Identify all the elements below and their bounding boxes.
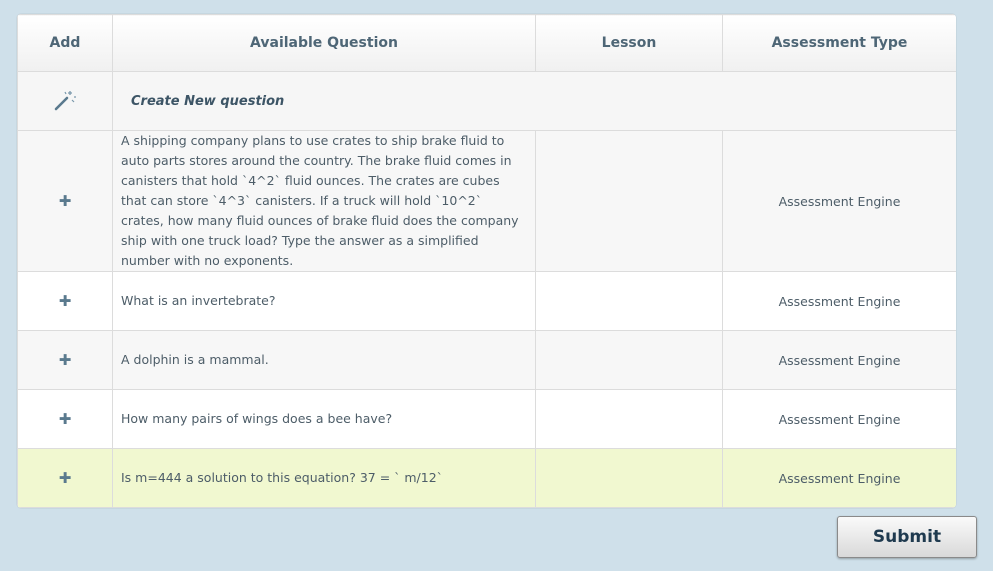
- submit-button[interactable]: Submit: [837, 516, 977, 558]
- lesson-cell: [535, 389, 723, 449]
- lesson-cell: [535, 271, 723, 331]
- lesson-cell: [535, 448, 723, 508]
- plus-icon[interactable]: ✚: [59, 469, 72, 487]
- question-text: A dolphin is a mammal.: [112, 330, 536, 390]
- assessment-type: Assessment Engine: [722, 448, 956, 508]
- assessment-type: Assessment Engine: [722, 271, 956, 331]
- add-cell: ✚: [17, 130, 113, 272]
- plus-icon[interactable]: ✚: [59, 351, 72, 369]
- table-row: ✚ What is an invertebrate? Assessment En…: [17, 271, 956, 331]
- table-header-row: Add Available Question Lesson Assessment…: [17, 14, 956, 72]
- assessment-type: Assessment Engine: [722, 389, 956, 449]
- magic-wand-icon[interactable]: [53, 90, 77, 112]
- create-new-question-link[interactable]: Create New question: [112, 71, 956, 131]
- question-text: A shipping company plans to use crates t…: [112, 130, 536, 272]
- plus-icon[interactable]: ✚: [59, 192, 72, 210]
- questions-panel: Add Available Question Lesson Assessment…: [17, 14, 956, 508]
- lesson-cell: [535, 330, 723, 390]
- questions-table: Add Available Question Lesson Assessment…: [17, 14, 956, 508]
- column-header-assessment-type: Assessment Type: [722, 14, 956, 72]
- create-new-question-row[interactable]: Create New question: [17, 71, 956, 131]
- add-cell: ✚: [17, 448, 113, 508]
- table-row-highlighted: ✚ Is m=444 a solution to this equation? …: [17, 448, 956, 508]
- column-header-question: Available Question: [112, 14, 536, 72]
- lesson-cell: [535, 130, 723, 272]
- question-text: Is m=444 a solution to this equation? 37…: [112, 448, 536, 508]
- add-cell: ✚: [17, 271, 113, 331]
- table-row: ✚ How many pairs of wings does a bee hav…: [17, 389, 956, 449]
- add-cell: ✚: [17, 389, 113, 449]
- column-header-add: Add: [17, 14, 113, 72]
- plus-icon[interactable]: ✚: [59, 410, 72, 428]
- table-row: ✚ A dolphin is a mammal. Assessment Engi…: [17, 330, 956, 390]
- table-row: ✚ A shipping company plans to use crates…: [17, 130, 956, 272]
- assessment-type: Assessment Engine: [722, 330, 956, 390]
- column-header-lesson: Lesson: [535, 14, 723, 72]
- question-text: What is an invertebrate?: [112, 271, 536, 331]
- create-icon-cell[interactable]: [17, 71, 113, 131]
- question-text: How many pairs of wings does a bee have?: [112, 389, 536, 449]
- add-cell: ✚: [17, 330, 113, 390]
- plus-icon[interactable]: ✚: [59, 292, 72, 310]
- assessment-type: Assessment Engine: [722, 130, 956, 272]
